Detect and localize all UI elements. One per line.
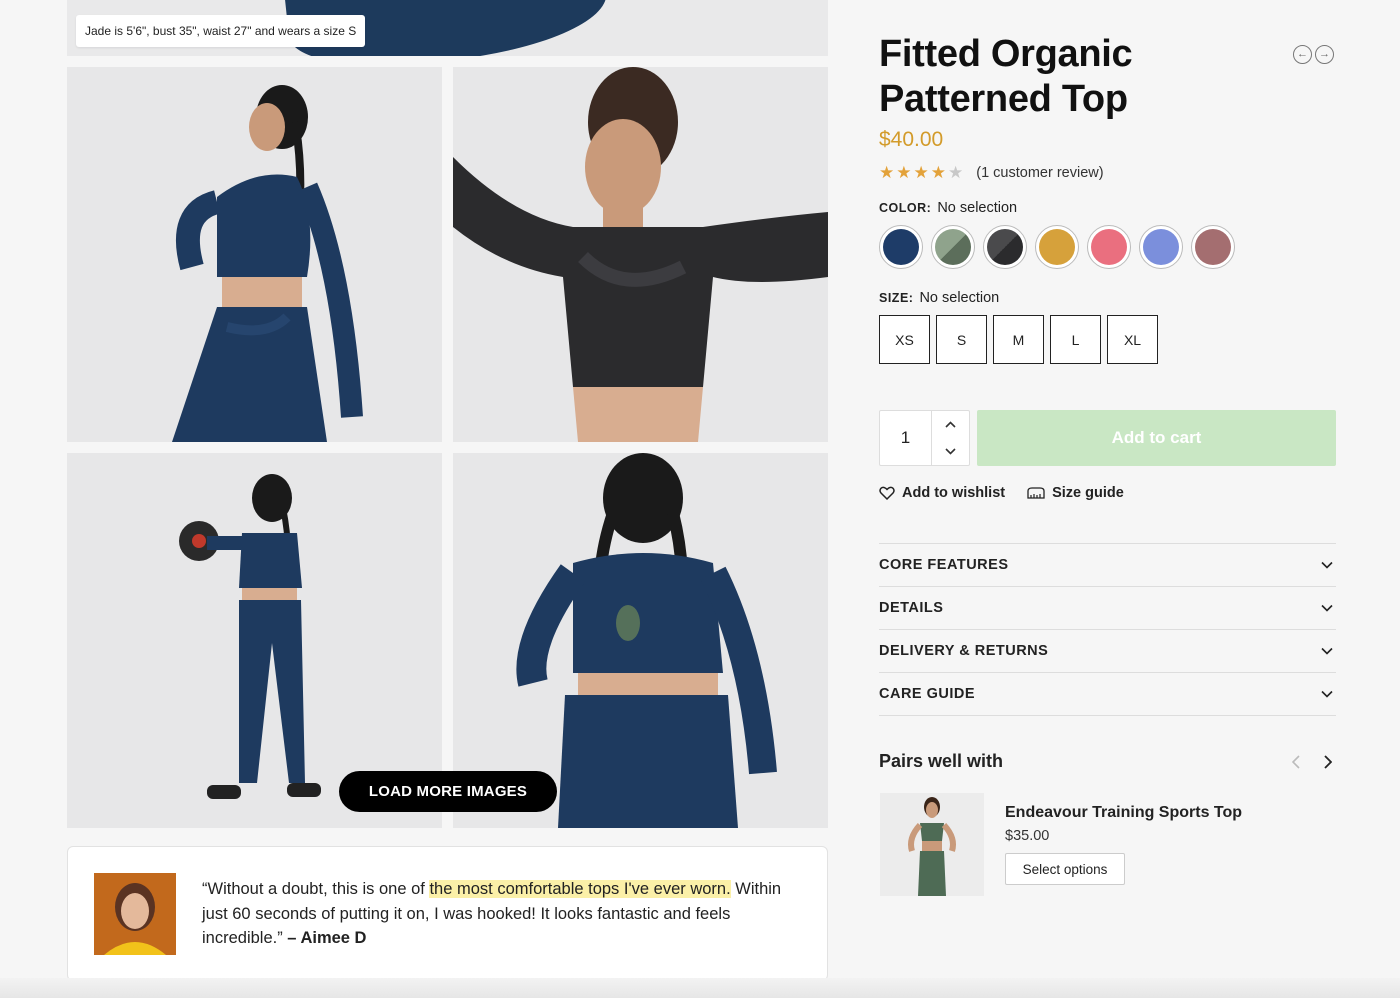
chevron-down-icon: [1321, 690, 1333, 698]
load-more-images-button[interactable]: LOAD MORE IMAGES: [339, 771, 557, 812]
ruler-icon: [1027, 487, 1045, 499]
quantity-input[interactable]: [880, 411, 932, 465]
swatch-charcoal[interactable]: [983, 225, 1027, 269]
star-icon: ★: [896, 163, 912, 182]
size-l-button[interactable]: L: [1050, 315, 1101, 364]
pair-product-image[interactable]: [880, 793, 984, 896]
quote-part-1: “Without a doubt, this is one of: [202, 880, 430, 898]
swatch-coral[interactable]: [1087, 225, 1131, 269]
size-label: SIZE:: [879, 291, 914, 305]
select-options-button[interactable]: Select options: [1005, 853, 1125, 885]
product-title: Fitted Organic Patterned Top: [879, 33, 1133, 120]
review-count-link[interactable]: (1 customer review): [976, 165, 1103, 181]
accordion-label: DELIVERY & RETURNS: [879, 643, 1049, 659]
chevron-down-icon: [1321, 604, 1333, 612]
size-m-button[interactable]: M: [993, 315, 1044, 364]
testimonial-card: “Without a doubt, this is one of the mos…: [67, 846, 828, 981]
chevron-right-icon[interactable]: [1319, 752, 1337, 772]
testimonial-quote: “Without a doubt, this is one of the mos…: [202, 877, 802, 951]
product-price: $40.00: [879, 128, 944, 151]
next-product-icon[interactable]: →: [1315, 45, 1334, 64]
star-icon: ★: [879, 163, 895, 182]
star-icon: ★: [930, 163, 946, 182]
quantity-stepper: [879, 410, 970, 466]
pairs-carousel-nav: [1287, 752, 1337, 772]
utility-links: Add to wishlist Size guide: [879, 485, 1124, 501]
chevron-down-icon[interactable]: [932, 438, 969, 465]
chevron-left-icon[interactable]: [1287, 752, 1305, 772]
accordion-details[interactable]: DETAILS: [879, 587, 1336, 630]
star-icon: ★: [913, 163, 929, 182]
rating[interactable]: ★ ★ ★ ★ ★ (1 customer review): [879, 163, 1104, 183]
heart-icon: [879, 486, 895, 500]
swatch-navy[interactable]: [879, 225, 923, 269]
reviewer-avatar: [94, 873, 176, 955]
add-to-cart-button[interactable]: Add to cart: [977, 410, 1336, 466]
swatch-mustard[interactable]: [1035, 225, 1079, 269]
color-swatches: [879, 225, 1235, 269]
accordion-delivery-returns[interactable]: DELIVERY & RETURNS: [879, 630, 1336, 673]
prev-product-icon[interactable]: ←: [1293, 45, 1312, 64]
color-label: COLOR:: [879, 201, 932, 215]
size-xs-button[interactable]: XS: [879, 315, 930, 364]
accordion-core-features[interactable]: CORE FEATURES: [879, 544, 1336, 587]
product-info-accordion: CORE FEATURES DETAILS DELIVERY & RETURNS…: [879, 543, 1336, 716]
model-size-note: Jade is 5'6", bust 35", waist 27" and we…: [76, 15, 366, 47]
accordion-label: CORE FEATURES: [879, 557, 1009, 573]
chevron-down-icon: [1321, 561, 1333, 569]
color-selection: No selection: [937, 200, 1018, 216]
pair-product-name[interactable]: Endeavour Training Sports Top: [1005, 804, 1242, 822]
accordion-care-guide[interactable]: CARE GUIDE: [879, 673, 1336, 716]
product-nav: ← →: [1293, 45, 1334, 64]
swatch-sage[interactable]: [931, 225, 975, 269]
chevron-down-icon: [1321, 647, 1333, 655]
swatch-mauve[interactable]: [1191, 225, 1235, 269]
product-image-black[interactable]: [453, 67, 828, 442]
wishlist-label: Add to wishlist: [902, 485, 1006, 501]
product-image-front[interactable]: [67, 67, 442, 442]
size-guide-link[interactable]: Size guide: [1027, 485, 1124, 501]
page-bottom-edge: [0, 978, 1400, 998]
quote-highlight: the most comfortable tops I've ever worn…: [429, 880, 731, 898]
pairs-well-with-heading: Pairs well with: [879, 751, 1004, 771]
size-options: XS S M L XL: [879, 315, 1158, 364]
swatch-periwinkle[interactable]: [1139, 225, 1183, 269]
size-s-button[interactable]: S: [936, 315, 987, 364]
chevron-up-icon[interactable]: [932, 411, 969, 438]
accordion-label: CARE GUIDE: [879, 686, 976, 702]
wishlist-link[interactable]: Add to wishlist: [879, 485, 1005, 501]
quote-author: – Aimee D: [287, 929, 367, 947]
size-option-label: SIZE: No selection: [879, 290, 999, 306]
color-option-label: COLOR: No selection: [879, 200, 1017, 216]
size-guide-label: Size guide: [1052, 485, 1124, 501]
star-empty-icon: ★: [948, 163, 964, 182]
size-xl-button[interactable]: XL: [1107, 315, 1158, 364]
pair-product-price: $35.00: [1005, 828, 1050, 844]
size-selection: No selection: [919, 290, 1000, 306]
accordion-label: DETAILS: [879, 600, 944, 616]
